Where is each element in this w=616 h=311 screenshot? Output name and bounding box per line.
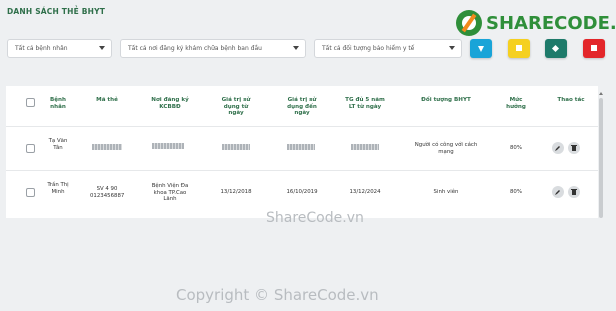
sharecode-logo: SHARECODE.vn [456, 8, 616, 42]
logo-text-b: CODE.vn [554, 13, 616, 34]
cell-subject: Sinh viên [433, 189, 459, 195]
header-card: Mã thẻ [96, 97, 118, 103]
cell-patient: Trần Thị Minh [47, 182, 69, 195]
cell-rate: 80% [510, 189, 522, 195]
header-subject: Đối tượng BHYT [421, 97, 471, 103]
insurance-table: Bệnh nhân Mã thẻ Nơi đăng ký KCBBĐ Giá t… [6, 86, 598, 218]
trash-icon [571, 189, 577, 195]
chevron-down-icon [99, 46, 105, 50]
row-delete-button[interactable] [568, 142, 580, 154]
subject-filter-select[interactable]: Tất cả đối tượng bảo hiểm y tế [314, 39, 462, 58]
funnel-icon [478, 46, 484, 52]
cell-facility-blurred [152, 143, 184, 149]
facility-filter-select[interactable]: Tất cả nơi đăng ký khám chữa bệnh ban đầ… [120, 39, 306, 58]
cell-card-blurred [92, 144, 122, 150]
header-valid-from: Giá trị sử dụng từ ngày [221, 97, 251, 116]
header-valid-to: Giá trị sử dụng đến ngày [287, 97, 317, 116]
pencil-icon [555, 190, 560, 195]
cell-five-years-blurred [351, 144, 379, 150]
add-button[interactable] [508, 39, 530, 58]
cell-facility: Bệnh Viện Đa khoa TP.Cao Lãnh [151, 183, 189, 202]
cell-rate: 80% [510, 145, 522, 151]
edit-button[interactable] [552, 186, 564, 198]
facility-filter-value: Tất cả nơi đăng ký khám chữa bệnh ban đầ… [128, 45, 262, 52]
logo-text-a: SHARE [486, 13, 555, 34]
cell-subject: Người có công với cách mạng [414, 142, 478, 155]
trash-icon [571, 145, 577, 151]
subject-filter-value: Tất cả đối tượng bảo hiểm y tế [322, 45, 415, 52]
watermark-mid: ShareCode.vn [266, 210, 364, 226]
patient-filter-select[interactable]: Tất cả bệnh nhân [7, 39, 112, 58]
logo-icon [456, 10, 482, 36]
pencil-icon [555, 146, 560, 151]
export-button[interactable] [545, 39, 567, 58]
cell-to: 16/10/2019 [286, 189, 318, 195]
square-icon [516, 45, 522, 51]
cell-to-blurred [287, 144, 315, 150]
cell-from-blurred [222, 144, 250, 150]
scroll-up-arrow[interactable] [599, 92, 603, 95]
table-row[interactable]: Tạ Văn Tân Người có công với cách mạng 8… [6, 127, 598, 169]
row-checkbox[interactable] [26, 144, 35, 153]
header-patient: Bệnh nhân [49, 97, 67, 110]
page-title: DANH SÁCH THẺ BHYT [7, 7, 106, 16]
chevron-down-icon [449, 46, 455, 50]
delete-button[interactable] [583, 39, 605, 58]
cell-patient: Tạ Văn Tân [48, 138, 68, 151]
cell-from: 13/12/2018 [220, 189, 252, 195]
filter-button[interactable] [470, 39, 492, 58]
row-delete-button[interactable] [568, 186, 580, 198]
scrollbar[interactable] [599, 98, 603, 218]
watermark-bottom: Copyright © ShareCode.vn [176, 286, 379, 304]
diamond-icon [551, 44, 560, 53]
header-facility: Nơi đăng ký KCBBĐ [151, 97, 189, 110]
chevron-down-icon [293, 46, 299, 50]
select-all-checkbox[interactable] [26, 98, 35, 107]
header-five-years: TG đủ 5 năm LT từ ngày [345, 97, 385, 110]
patient-filter-value: Tất cả bệnh nhân [15, 45, 68, 52]
header-actions: Thao tác [557, 97, 585, 103]
cell-five-years: 13/12/2024 [349, 189, 381, 195]
header-rate: Mức hưởng [506, 97, 526, 110]
edit-button[interactable] [552, 142, 564, 154]
row-checkbox[interactable] [26, 188, 35, 197]
table-row[interactable]: Trần Thị Minh SV 4 90 0123456887 Bệnh Vi… [6, 171, 598, 213]
trash-icon [591, 45, 597, 51]
cell-card: SV 4 90 0123456887 [90, 186, 125, 199]
